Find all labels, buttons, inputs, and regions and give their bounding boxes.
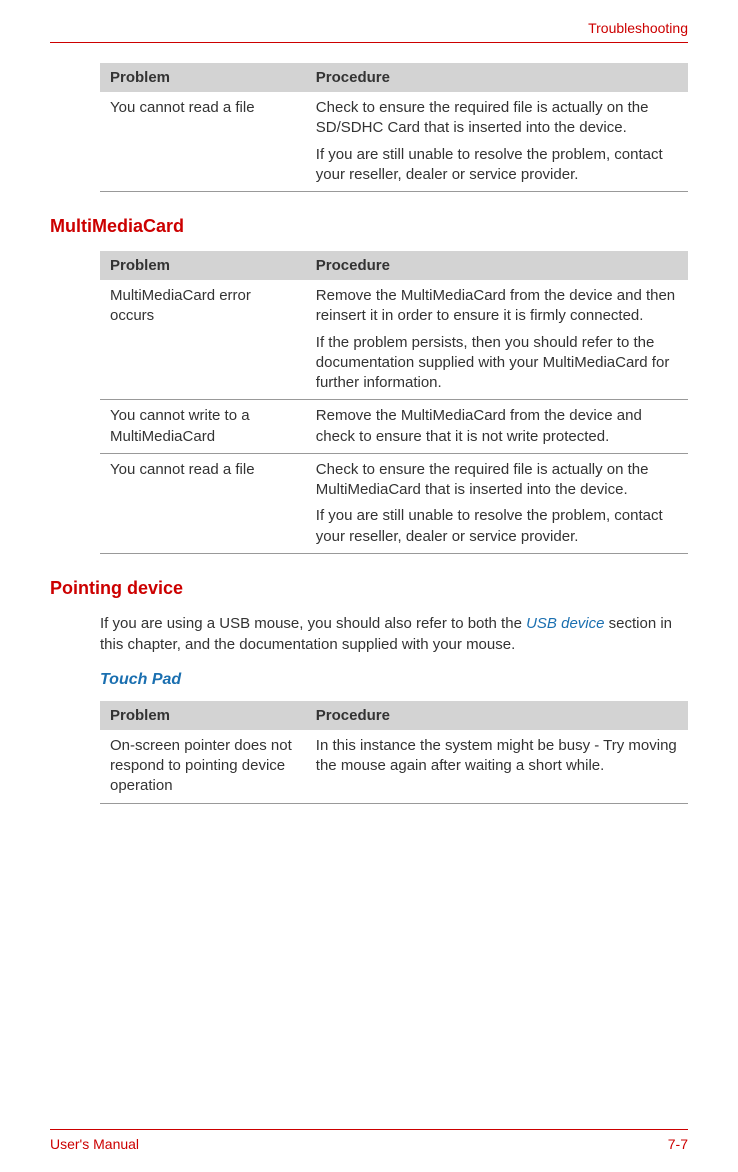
table-row: You cannot write to a MultiMediaCard Rem… bbox=[100, 400, 688, 454]
intro-text: If you are using a USB mouse, you should… bbox=[100, 615, 526, 632]
table-row: On-screen pointer does not respond to po… bbox=[100, 730, 688, 803]
table-multimediacard: Problem Procedure MultiMediaCard error o… bbox=[100, 251, 688, 554]
table-header-procedure: Procedure bbox=[306, 63, 688, 92]
table-header-problem: Problem bbox=[100, 251, 306, 280]
usb-device-link[interactable]: USB device bbox=[526, 615, 604, 632]
procedure-text: Remove the MultiMediaCard from the devic… bbox=[316, 406, 678, 447]
cell-procedure: Remove the MultiMediaCard from the devic… bbox=[306, 400, 688, 454]
procedure-text: If you are still unable to resolve the p… bbox=[316, 145, 678, 186]
table-header-problem: Problem bbox=[100, 701, 306, 730]
cell-problem: On-screen pointer does not respond to po… bbox=[100, 730, 306, 803]
table-touch-pad: Problem Procedure On-screen pointer does… bbox=[100, 701, 688, 804]
footer-rule bbox=[50, 1129, 688, 1130]
cell-problem: You cannot write to a MultiMediaCard bbox=[100, 400, 306, 454]
heading-pointing-device: Pointing device bbox=[50, 578, 688, 599]
cell-problem: You cannot read a file bbox=[100, 453, 306, 553]
pointing-device-intro: If you are using a USB mouse, you should… bbox=[100, 613, 688, 655]
table-header-problem: Problem bbox=[100, 63, 306, 92]
table-row: You cannot read a file Check to ensure t… bbox=[100, 92, 688, 192]
header-section-title: Troubleshooting bbox=[50, 20, 688, 36]
footer-right: 7-7 bbox=[668, 1136, 688, 1152]
cell-procedure: Check to ensure the required file is act… bbox=[306, 92, 688, 192]
table-sd-card: Problem Procedure You cannot read a file… bbox=[100, 63, 688, 192]
table-row: You cannot read a file Check to ensure t… bbox=[100, 453, 688, 553]
procedure-text: Check to ensure the required file is act… bbox=[316, 460, 678, 501]
procedure-text: If you are still unable to resolve the p… bbox=[316, 506, 678, 547]
cell-problem: MultiMediaCard error occurs bbox=[100, 280, 306, 400]
page-footer: User's Manual 7-7 bbox=[50, 1129, 688, 1152]
table-header-procedure: Procedure bbox=[306, 251, 688, 280]
heading-multimediacard: MultiMediaCard bbox=[50, 216, 688, 237]
cell-procedure: Check to ensure the required file is act… bbox=[306, 453, 688, 553]
footer-left: User's Manual bbox=[50, 1136, 139, 1152]
procedure-text: In this instance the system might be bus… bbox=[316, 736, 678, 777]
procedure-text: Check to ensure the required file is act… bbox=[316, 98, 678, 139]
cell-problem: You cannot read a file bbox=[100, 92, 306, 192]
procedure-text: Remove the MultiMediaCard from the devic… bbox=[316, 286, 678, 327]
procedure-text: If the problem persists, then you should… bbox=[316, 333, 678, 394]
cell-procedure: In this instance the system might be bus… bbox=[306, 730, 688, 803]
table-row: MultiMediaCard error occurs Remove the M… bbox=[100, 280, 688, 400]
header-rule bbox=[50, 42, 688, 43]
heading-touch-pad: Touch Pad bbox=[100, 671, 688, 689]
cell-procedure: Remove the MultiMediaCard from the devic… bbox=[306, 280, 688, 400]
table-header-procedure: Procedure bbox=[306, 701, 688, 730]
